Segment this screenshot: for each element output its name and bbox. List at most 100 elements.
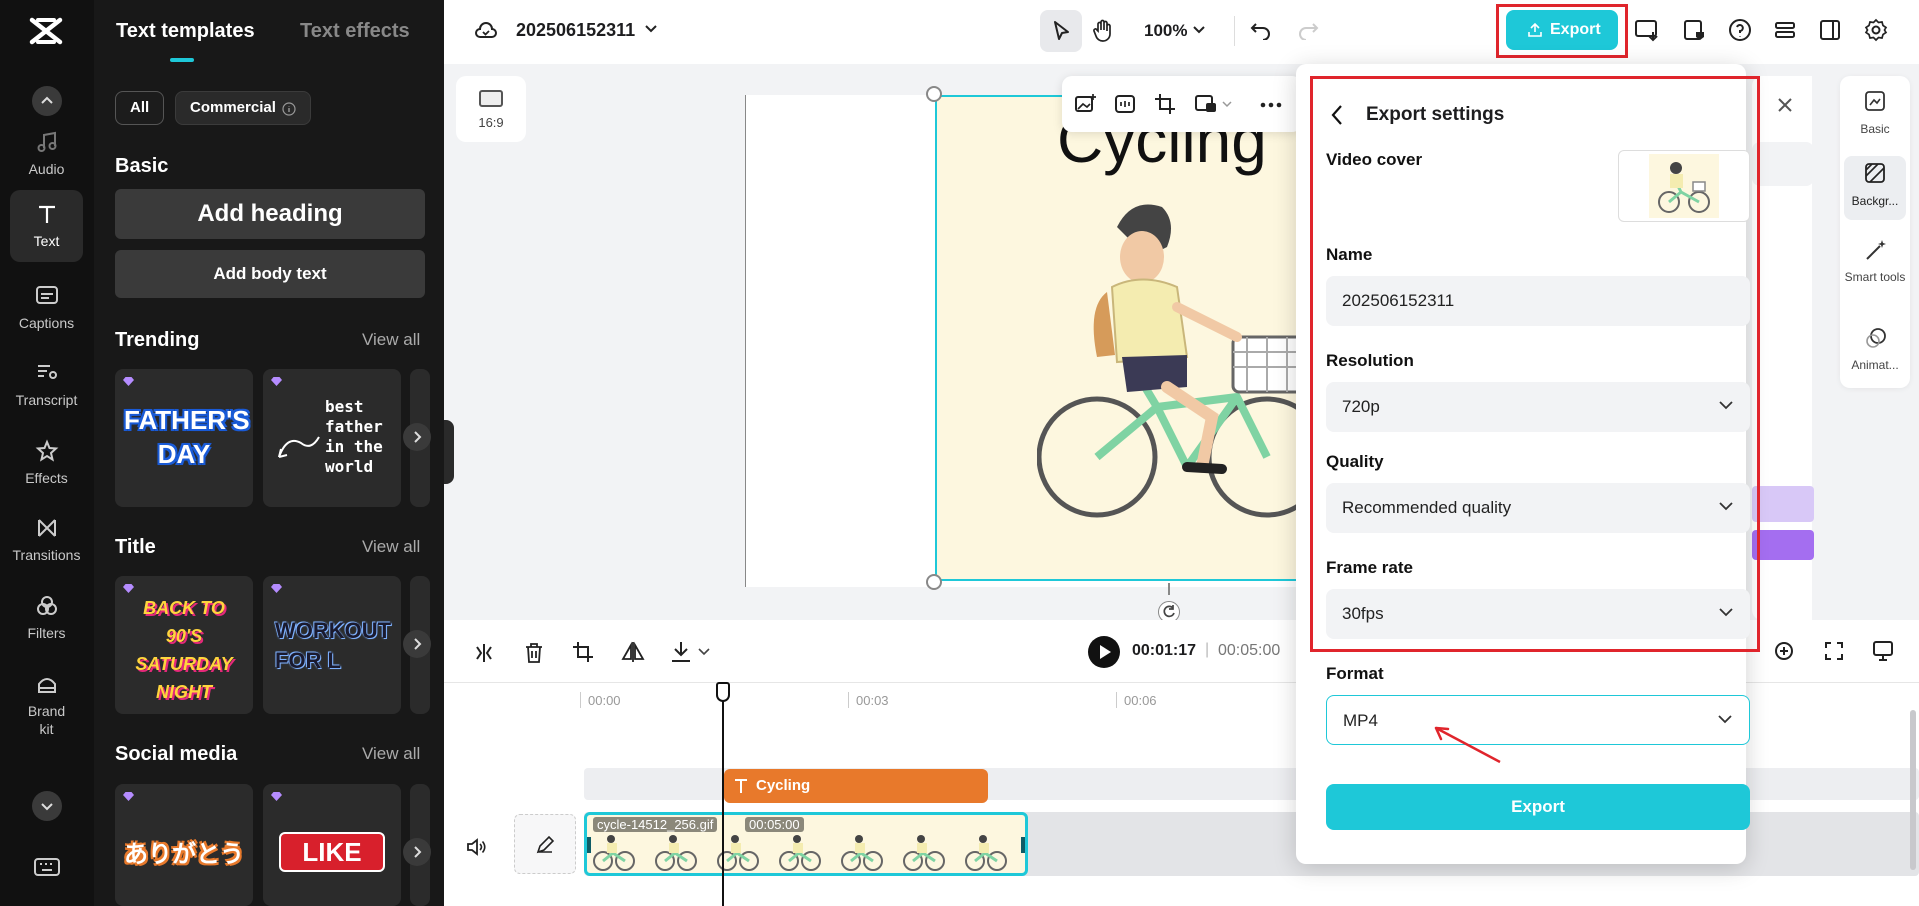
template-card-workout[interactable]: WORKOUT FOR L [263,576,401,714]
select-tool-button[interactable] [1040,10,1082,52]
image-style-chevron-icon[interactable] [1222,100,1232,108]
aspect-ratio-button[interactable]: 16:9 [456,76,526,142]
right-tool-smart-tools[interactable]: Smart tools [1844,232,1906,308]
chip-commercial[interactable]: Commercial [175,91,311,125]
zoom-level[interactable]: 100% [1144,21,1187,41]
crop-icon[interactable] [1154,93,1176,115]
cloud-icon[interactable] [474,20,498,42]
template-card-best-father[interactable]: best father in the world [263,369,401,507]
capcut-logo-icon[interactable] [28,16,64,46]
chip-all[interactable]: All [115,91,164,125]
panel-collapse-handle[interactable] [444,420,454,484]
template-preview-text: ありがとう [115,834,253,869]
right-tool-basic[interactable]: Basic [1844,84,1906,148]
template-preview-text: BACK TO 90'S SATURDAY NIGHT [125,594,243,706]
image-style-icon[interactable] [1194,93,1218,115]
chevron-down-icon[interactable] [644,24,658,34]
title-next-button[interactable] [403,630,431,658]
template-card-like[interactable]: LIKE [263,784,401,906]
settings-gear-icon[interactable] [1864,18,1888,42]
ruler-label: 00:03 [856,693,889,708]
ruler-label: 00:00 [588,693,621,708]
add-body-text-button[interactable]: Add body text [115,250,425,298]
shield-check-icon[interactable] [1682,18,1706,42]
rail-scroll-up-button[interactable] [32,86,62,116]
rail-item-audio[interactable]: Audio [10,118,83,190]
view-all-trending-link[interactable]: View all [362,330,420,350]
brand-kit-icon [35,672,59,696]
fullscreen-icon[interactable] [1824,641,1844,661]
right-tool-background[interactable]: Backgr... [1844,156,1906,220]
add-heading-button[interactable]: Add heading [115,189,425,239]
color-swatch-purple[interactable] [1752,530,1814,560]
template-card-arigatou[interactable]: ありがとう [115,784,253,906]
download-chevron-icon[interactable] [698,648,710,656]
flip-icon[interactable] [621,641,645,663]
basic-properties-icon [1864,90,1886,112]
clip-trim-handle-right[interactable] [1021,837,1025,853]
undo-icon[interactable] [1250,20,1272,40]
right-tool-strip: Basic Backgr... Smart tools Animat... [1840,76,1910,388]
current-time: 00:01:17 [1132,642,1196,660]
project-name[interactable]: 202506152311 [516,20,635,41]
crop-timeline-icon[interactable] [572,641,594,663]
rail-item-effects[interactable]: Effects [10,427,83,499]
split-icon[interactable] [474,642,494,664]
rail-item-transcript[interactable]: Transcript [10,349,83,421]
format-select[interactable]: MP4 [1326,695,1750,745]
rail-item-filters[interactable]: Filters [10,582,83,654]
playhead-handle[interactable] [716,682,730,702]
aspect-ratio-icon [479,90,503,107]
premium-gem-icon [271,792,282,801]
close-panel-icon[interactable] [1776,96,1794,114]
rail-scroll-down-button[interactable] [32,791,62,821]
selected-image-element[interactable]: Cycling [935,95,1300,581]
export-button[interactable]: Export [1326,784,1750,830]
preview-monitor-icon[interactable] [1872,640,1894,662]
hand-pan-icon[interactable] [1092,19,1114,43]
view-all-title-link[interactable]: View all [362,537,420,557]
track-volume-icon[interactable] [466,838,488,856]
format-label: Format [1326,664,1384,684]
tab-text-templates[interactable]: Text templates [116,20,255,43]
trending-next-button[interactable] [403,423,431,451]
zoom-chevron-icon[interactable] [1192,25,1206,35]
smart-frame-icon[interactable] [1114,93,1136,115]
present-screen-icon[interactable] [1634,18,1660,42]
chevron-down-icon [1717,714,1733,724]
help-icon[interactable] [1728,18,1752,42]
track-cover-button[interactable] [514,814,576,874]
rail-item-text[interactable]: Text [10,190,83,262]
stack-layers-icon[interactable] [1773,18,1797,42]
video-clip[interactable]: cycle-14512_256.gif 00:05:00 [584,812,1028,876]
rotate-icon [1159,602,1179,622]
download-icon[interactable] [670,640,692,664]
rail-item-captions[interactable]: Captions [10,272,83,344]
more-options-icon[interactable] [1260,102,1282,108]
rail-item-brand-kit[interactable]: Brand kit [10,660,83,740]
resize-handle-top-left[interactable] [926,86,942,102]
resize-handle-bottom-left[interactable] [926,574,942,590]
template-card-fathers-day[interactable]: FATHER'S DAY [115,369,253,507]
ruler-tick [580,692,581,708]
play-button[interactable] [1088,636,1120,668]
color-swatch-light-purple[interactable] [1752,486,1814,522]
right-tool-label: Smart tools [1844,270,1906,284]
social-next-button[interactable] [403,838,431,866]
premium-gem-icon [123,377,134,386]
rail-item-transitions[interactable]: Transitions [10,504,83,576]
panel-layout-icon[interactable] [1818,18,1842,42]
right-tool-animation[interactable]: Animat... [1844,320,1906,384]
clip-trim-handle-left[interactable] [587,837,591,853]
redo-icon[interactable] [1297,20,1319,40]
transitions-icon [35,516,59,540]
zoom-timeline-icon[interactable] [1774,640,1794,662]
template-card-back-to-90s[interactable]: BACK TO 90'S SATURDAY NIGHT [115,576,253,714]
tab-text-effects[interactable]: Text effects [300,20,410,43]
replace-image-icon[interactable] [1074,93,1098,115]
keyboard-icon[interactable] [34,858,60,876]
timeline-scrollbar[interactable] [1910,710,1916,870]
delete-trash-icon[interactable] [524,642,544,664]
view-all-social-link[interactable]: View all [362,744,420,764]
text-clip-cycling[interactable]: Cycling [724,769,988,803]
